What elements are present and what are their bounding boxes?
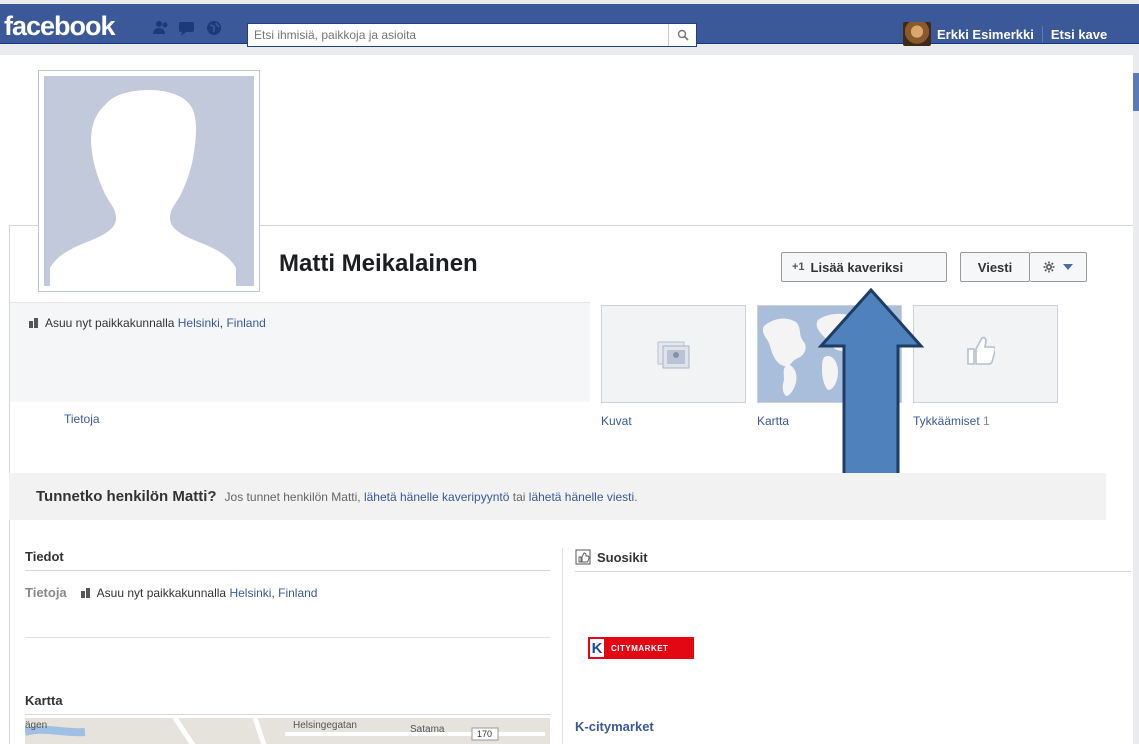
profile-picture[interactable] bbox=[38, 70, 260, 292]
tab-about[interactable]: Tietoja bbox=[64, 412, 100, 426]
notifications-globe-icon[interactable] bbox=[205, 20, 223, 36]
do-you-know-question: Tunnetko henkilön Matti? bbox=[36, 488, 217, 505]
lives-city-link[interactable]: Helsinki bbox=[178, 316, 220, 330]
add-friend-label: Lisää kaveriksi bbox=[810, 259, 904, 275]
photos-thumb[interactable] bbox=[601, 305, 746, 403]
info-heading: Tiedot bbox=[25, 549, 550, 571]
do-you-know-mid: tai bbox=[512, 489, 526, 504]
nav-separator bbox=[1041, 26, 1043, 42]
likes-thumb[interactable] bbox=[913, 305, 1058, 403]
search-input[interactable] bbox=[248, 24, 668, 46]
info-row-label: Tietoja bbox=[25, 585, 67, 600]
map-label-1: ägen bbox=[25, 720, 48, 731]
do-you-know-bar: Tunnetko henkilön Matti? Jos tunnet henk… bbox=[9, 473, 1106, 520]
map-label[interactable]: Kartta bbox=[757, 414, 789, 428]
info-country-link[interactable]: Finland bbox=[278, 586, 317, 600]
k-citymarket-link[interactable]: K-citymarket bbox=[575, 719, 654, 734]
map-roads bbox=[25, 718, 550, 744]
lives-in-line: Asuu nyt paikkakunnalla Helsinki, Finlan… bbox=[29, 316, 266, 330]
divider bbox=[25, 637, 550, 638]
settings-dropdown-button[interactable] bbox=[1030, 252, 1087, 282]
map-preview[interactable]: ägen Helsingegatan Satama 170 bbox=[25, 718, 550, 744]
column-divider bbox=[562, 548, 563, 744]
city-icon bbox=[29, 318, 38, 328]
gear-icon bbox=[1043, 261, 1055, 273]
photos-icon bbox=[657, 341, 690, 369]
annotation-up-arrow bbox=[818, 288, 924, 484]
map-label-3: Satama bbox=[410, 724, 445, 735]
info-city-link[interactable]: Helsinki bbox=[229, 586, 271, 600]
like-icon bbox=[967, 336, 995, 365]
map-label-2: Helsingegatan bbox=[293, 720, 357, 731]
likes-label-wrap: Tykkäämiset 1 bbox=[913, 414, 990, 428]
user-avatar[interactable] bbox=[903, 22, 931, 46]
favorites-like-icon bbox=[575, 549, 591, 565]
map-heading: Kartta bbox=[25, 693, 550, 715]
friend-requests-icon[interactable] bbox=[152, 20, 170, 36]
default-avatar-silhouette-icon bbox=[50, 90, 236, 286]
city-icon bbox=[80, 587, 90, 598]
k-citymarket-logo[interactable]: K CITYMARKET bbox=[588, 637, 694, 659]
favorites-heading: Suosikit bbox=[575, 549, 1131, 572]
search-icon bbox=[677, 29, 689, 41]
info-lives-prefix: Asuu nyt paikkakunnalla bbox=[96, 585, 227, 600]
chevron-down-icon bbox=[1063, 264, 1073, 270]
search-button[interactable] bbox=[668, 24, 696, 46]
likes-count: 1 bbox=[983, 414, 990, 428]
map-label-4: 170 bbox=[477, 729, 493, 739]
user-nav: Erkki Esimerkki Etsi kave bbox=[903, 22, 1107, 46]
favorites-title: Suosikit bbox=[597, 549, 648, 565]
user-name-link[interactable]: Erkki Esimerkki bbox=[937, 27, 1034, 42]
do-you-know-pre: Jos tunnet henkilön Matti, bbox=[224, 489, 361, 504]
lives-prefix: Asuu nyt paikkakunnalla bbox=[45, 316, 175, 330]
facebook-logo[interactable]: facebook bbox=[4, 11, 116, 42]
do-you-know-end: . bbox=[634, 489, 638, 504]
send-friend-request-link[interactable]: lähetä hänelle kaveripyyntö bbox=[364, 490, 509, 504]
k-logo-letter: K bbox=[588, 637, 606, 659]
send-message-link[interactable]: lähetä hänelle viesti bbox=[529, 490, 634, 504]
photos-label[interactable]: Kuvat bbox=[601, 414, 632, 428]
find-friends-link[interactable]: Etsi kave bbox=[1051, 27, 1107, 42]
info-row: Tietoja Asuu nyt paikkakunnalla Helsinki… bbox=[25, 585, 318, 600]
right-edge-strip bbox=[1133, 55, 1139, 744]
lives-country-link[interactable]: Finland bbox=[226, 316, 265, 330]
search-box bbox=[247, 23, 697, 47]
profile-name: Matti Meikalainen bbox=[279, 250, 478, 277]
add-friend-button[interactable]: +1 Lisää kaveriksi bbox=[781, 252, 947, 282]
messages-icon[interactable] bbox=[178, 20, 196, 36]
message-button[interactable]: Viesti bbox=[960, 252, 1030, 282]
k-logo-text: CITYMARKET bbox=[611, 643, 669, 653]
scroll-indicator[interactable] bbox=[1133, 73, 1139, 111]
add-friend-icon: +1 bbox=[792, 261, 805, 273]
